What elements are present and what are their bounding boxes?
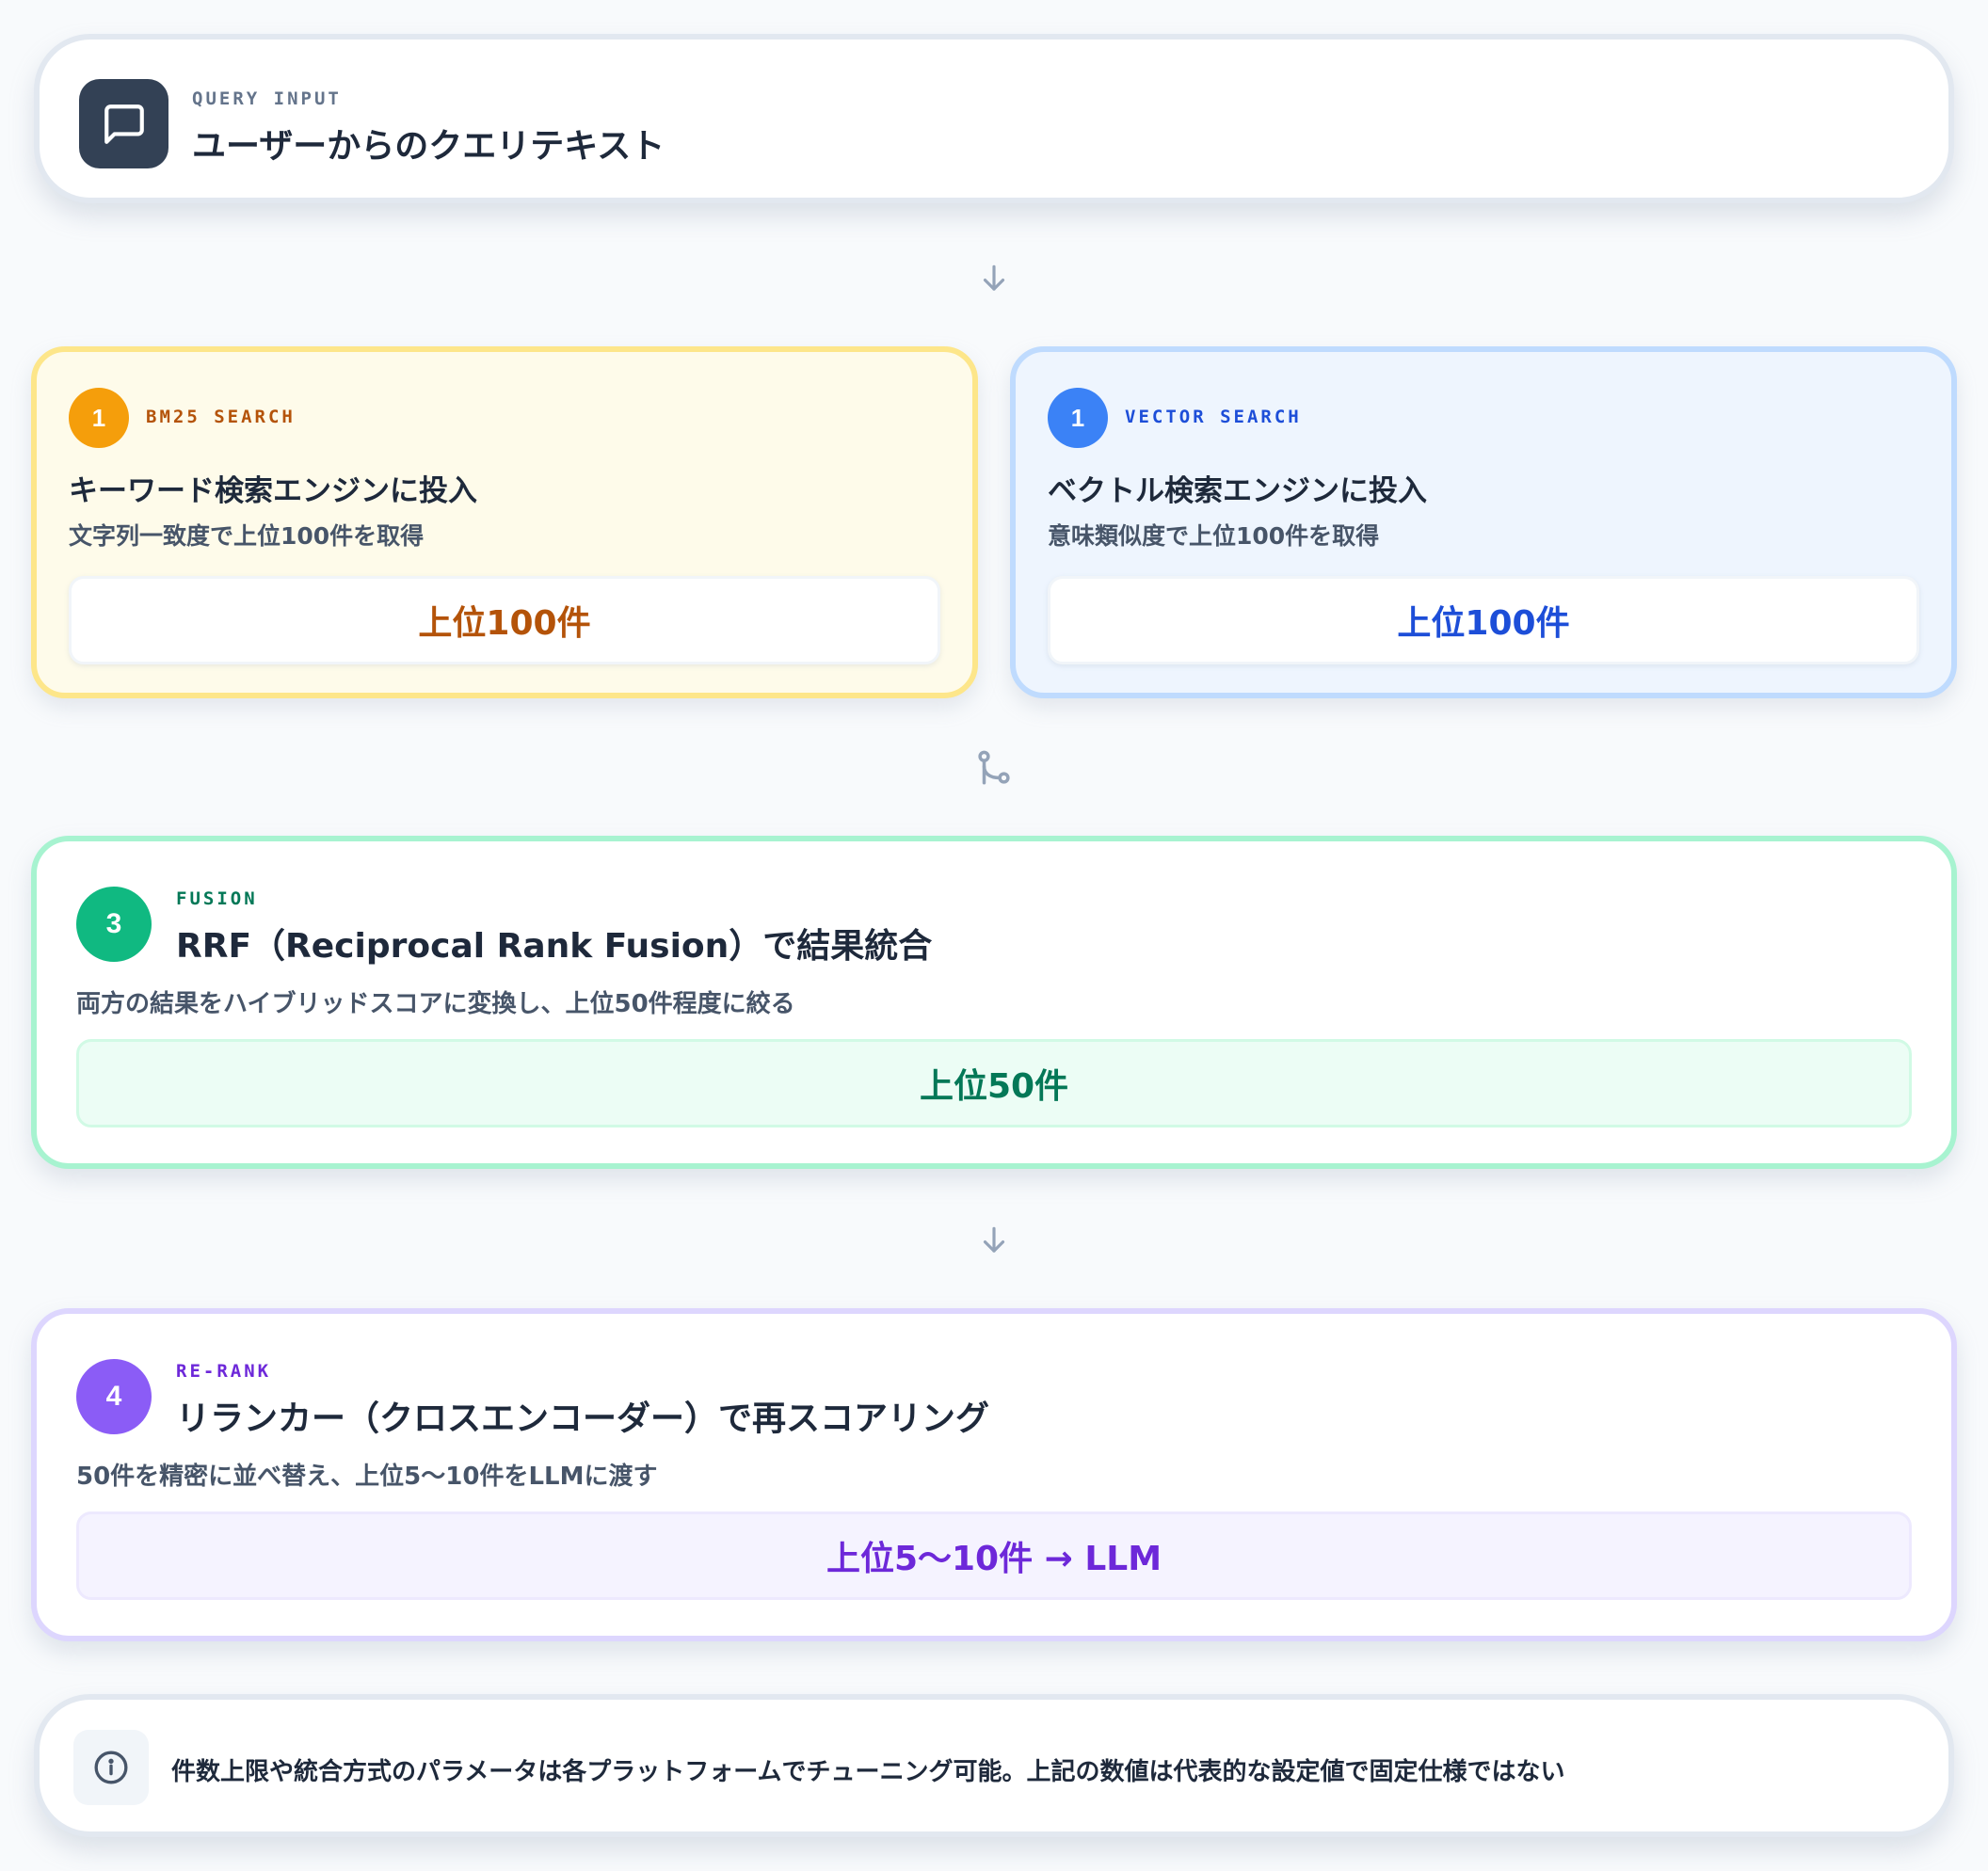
bm25-search-card: 1 BM25 SEARCH キーワード検索エンジンに投入 文字列一致度で上位10… [31,346,978,698]
vector-description: 意味類似度で上位100件を取得 [1048,522,1380,550]
query-title: ユーザーからのクエリテキスト [192,127,665,166]
fusion-eyebrow: FUSION [176,888,258,909]
rerank-eyebrow: RE-RANK [176,1361,272,1382]
query-eyebrow: QUERY INPUT [192,88,342,109]
step-badge: 1 [69,388,129,448]
bm25-eyebrow: BM25 SEARCH [146,407,296,427]
bm25-description: 文字列一致度で上位100件を取得 [69,522,425,550]
rerank-title: リランカー（クロスエンコーダー）で再スコアリング [176,1399,990,1438]
query-input-card: QUERY INPUT ユーザーからのクエリテキスト [34,34,1954,203]
git-merge-icon [971,745,1017,791]
fusion-card: 3 FUSION RRF（Reciprocal Rank Fusion）で結果統… [31,836,1957,1169]
rerank-result: 上位5〜10件 → LLM [76,1511,1912,1600]
info-icon [73,1730,149,1805]
fusion-title: RRF（Reciprocal Rank Fusion）で結果統合 [176,927,933,966]
arrow-down-icon [971,1218,1017,1263]
vector-search-card: 1 VECTOR SEARCH ベクトル検索エンジンに投入 意味類似度で上位10… [1010,346,1957,698]
rerank-card: 4 RE-RANK リランカー（クロスエンコーダー）で再スコアリング 50件を精… [31,1308,1957,1641]
fusion-result: 上位50件 [76,1039,1912,1127]
bm25-title: キーワード検索エンジンに投入 [69,474,477,508]
note-text: 件数上限や統合方式のパラメータは各プラットフォームでチューニング可能。上記の数値… [171,1758,1565,1786]
arrow-down-icon [971,256,1017,301]
bm25-result: 上位100件 [69,576,940,664]
step-badge: 4 [76,1359,152,1434]
message-square-icon [79,79,168,168]
step-badge: 1 [1048,388,1108,448]
note-card: 件数上限や統合方式のパラメータは各プラットフォームでチューニング可能。上記の数値… [34,1694,1954,1837]
rerank-description: 50件を精密に並べ替え、上位5〜10件をLLMに渡す [76,1463,658,1491]
vector-title: ベクトル検索エンジンに投入 [1048,474,1427,508]
step-badge: 3 [76,887,152,962]
fusion-description: 両方の結果をハイブリッドスコアに変換し、上位50件程度に絞る [76,990,795,1018]
vector-eyebrow: VECTOR SEARCH [1125,407,1302,427]
vector-result: 上位100件 [1048,576,1919,664]
